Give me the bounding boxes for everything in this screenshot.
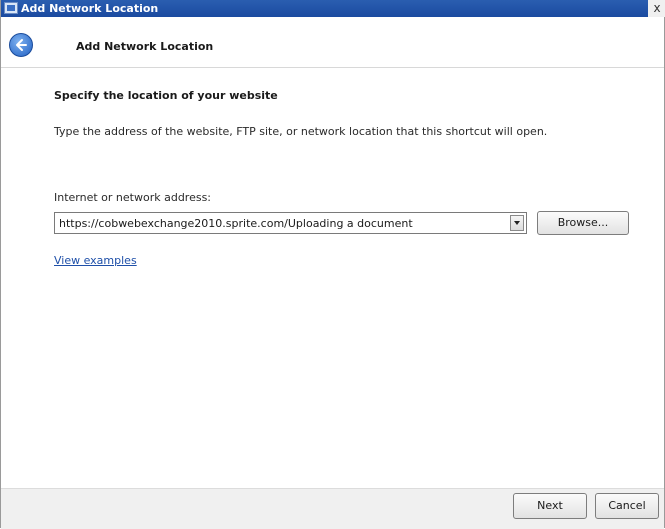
page-heading: Specify the location of your website xyxy=(54,89,278,102)
browse-button[interactable]: Browse... xyxy=(537,211,629,235)
address-combobox[interactable] xyxy=(54,212,527,234)
next-button[interactable]: Next xyxy=(513,493,587,519)
network-location-icon xyxy=(4,2,18,14)
address-label: Internet or network address: xyxy=(54,191,212,204)
view-examples-link[interactable]: View examples xyxy=(54,254,137,267)
address-input[interactable] xyxy=(55,213,505,233)
close-button[interactable]: x xyxy=(648,0,665,17)
address-dropdown-button[interactable] xyxy=(510,215,524,231)
back-arrow-icon xyxy=(16,39,27,51)
page-description: Type the address of the website, FTP sit… xyxy=(54,125,548,138)
wizard-title: Add Network Location xyxy=(76,40,214,53)
back-button[interactable] xyxy=(9,33,33,57)
cancel-button[interactable]: Cancel xyxy=(595,493,659,519)
add-network-location-window: Add Network Location x Add Network Locat… xyxy=(0,0,665,529)
title-bar[interactable]: Add Network Location x xyxy=(1,0,665,17)
window-title: Add Network Location xyxy=(21,2,159,15)
